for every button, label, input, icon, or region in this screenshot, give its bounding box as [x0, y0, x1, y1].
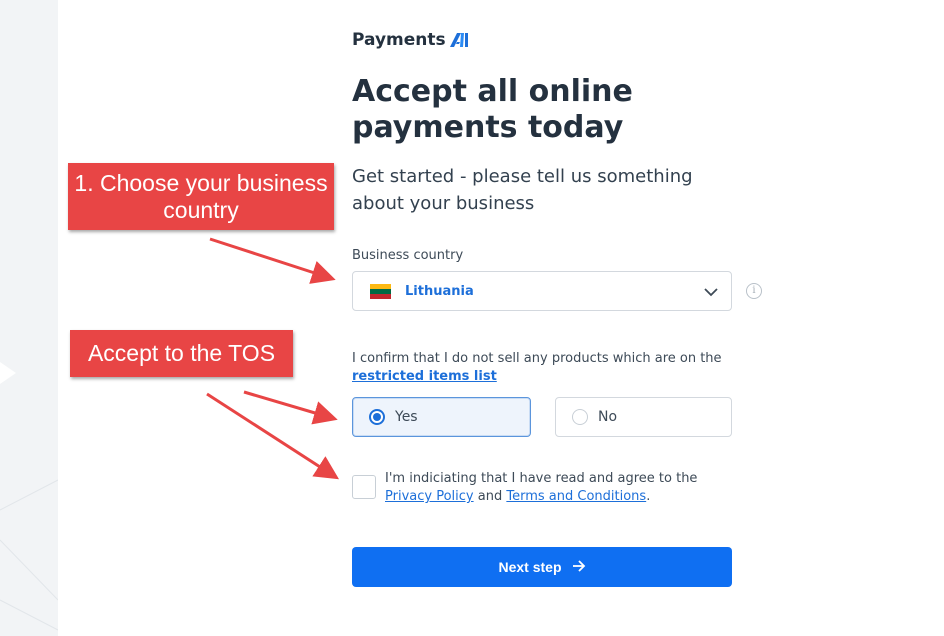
radio-option-no-label: No [598, 409, 618, 425]
terms-and-conditions-link[interactable]: Terms and Conditions [506, 489, 646, 504]
flag-stripe-red [370, 293, 391, 299]
tos-checkbox[interactable] [352, 475, 376, 499]
annotation-arrow-yes [243, 390, 338, 425]
radio-option-no[interactable]: No [555, 397, 732, 437]
page-title-line-1: Accept all online [352, 74, 633, 109]
radio-option-yes-label: Yes [395, 409, 418, 425]
info-icon[interactable]: i [746, 283, 762, 299]
page-title: Accept all online payments today [352, 74, 692, 146]
radio-unselected-icon [572, 409, 588, 425]
radio-option-yes[interactable]: Yes [352, 397, 531, 437]
radio-selected-icon [369, 409, 385, 425]
tos-text-before: I'm indiciating that I have read and agr… [385, 471, 698, 486]
next-step-button[interactable]: Next step [352, 547, 732, 587]
brand-logo: Payments [352, 30, 470, 50]
restricted-items-text: I confirm that I do not sell any product… [352, 351, 722, 366]
restricted-items-link[interactable]: restricted items list [352, 369, 497, 384]
next-step-label: Next step [498, 559, 562, 575]
privacy-policy-link[interactable]: Privacy Policy [385, 489, 474, 504]
annotation-arrow-checkbox [206, 392, 340, 480]
tos-and: and [477, 489, 503, 504]
business-country-select[interactable]: Lithuania [352, 271, 732, 311]
restricted-items-confirmation: I confirm that I do not sell any product… [352, 350, 732, 386]
annotation-arrow-country [209, 237, 336, 284]
business-country-label: Business country [352, 248, 464, 263]
business-country-value: Lithuania [405, 283, 474, 299]
page-title-line-2: payments today [352, 110, 624, 145]
tos-end: . [646, 489, 651, 504]
annotation-callout-accept-tos: Accept to the TOS [70, 330, 293, 377]
arrow-right-icon [572, 559, 586, 575]
chevron-down-icon [703, 284, 719, 304]
brand-ai-mark-icon [449, 32, 470, 48]
tos-agreement-text: I'm indiciating that I have read and agr… [385, 470, 735, 506]
page-subtitle: Get started - please tell us something a… [352, 166, 693, 214]
lithuania-flag-icon [370, 283, 391, 299]
left-decorative-panel [0, 0, 58, 636]
annotation-callout-choose-country: 1. Choose your business country [68, 163, 334, 230]
brand-name: Payments [352, 30, 446, 50]
